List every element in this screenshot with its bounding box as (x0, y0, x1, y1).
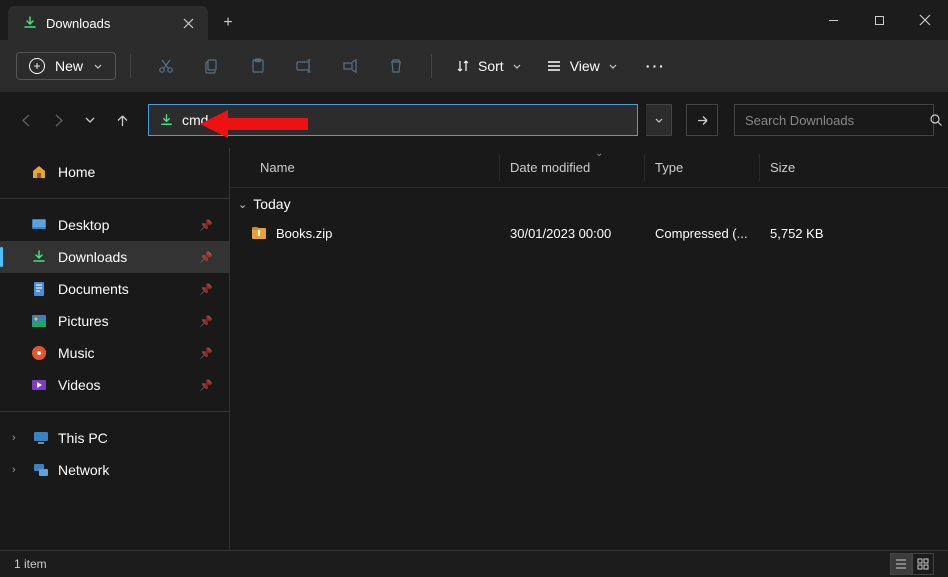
music-icon (30, 344, 48, 362)
sort-button[interactable]: Sort (446, 52, 532, 80)
statusbar: 1 item (0, 550, 948, 577)
icons-view-toggle[interactable] (912, 553, 934, 575)
sidebar-item-label: Videos (58, 377, 101, 393)
pin-icon: 📌 (199, 379, 213, 392)
search-icon (929, 113, 943, 127)
pc-icon (32, 429, 50, 447)
share-button[interactable] (329, 48, 371, 84)
details-view-toggle[interactable] (890, 553, 912, 575)
column-size[interactable]: Size (760, 154, 948, 181)
address-dropdown[interactable] (646, 104, 672, 136)
minimize-button[interactable] (810, 0, 856, 40)
cut-button[interactable] (145, 48, 187, 84)
sort-label: Sort (478, 58, 504, 74)
sidebar-item-videos[interactable]: Videos 📌 (0, 369, 229, 401)
network-icon (32, 461, 50, 479)
sidebar-item-label: Desktop (58, 217, 109, 233)
back-button[interactable] (14, 104, 38, 136)
pictures-icon (30, 312, 48, 330)
view-label: View (570, 58, 600, 74)
copy-button[interactable] (191, 48, 233, 84)
download-icon (30, 248, 48, 266)
chevron-right-icon: › (12, 464, 24, 476)
up-button[interactable] (110, 104, 134, 136)
column-date[interactable]: Date modified (500, 154, 645, 181)
view-list-icon (546, 59, 562, 73)
chevron-down-icon: ⌄ (238, 198, 247, 211)
file-name: Books.zip (276, 226, 332, 241)
search-input[interactable] (745, 113, 921, 128)
group-label: Today (253, 196, 290, 212)
paste-button[interactable] (237, 48, 279, 84)
plus-circle-icon: + (29, 58, 45, 74)
sidebar-item-label: Home (58, 164, 95, 180)
sidebar-item-desktop[interactable]: Desktop 📌 (0, 209, 229, 241)
group-header[interactable]: ⌄ Today (230, 188, 948, 218)
new-button-label: New (55, 58, 83, 74)
sidebar-item-label: Documents (58, 281, 129, 297)
maximize-button[interactable] (856, 0, 902, 40)
desktop-icon (30, 216, 48, 234)
pin-icon: 📌 (199, 347, 213, 360)
file-type: Compressed (... (645, 226, 760, 241)
sidebar-group-network[interactable]: › Network (0, 454, 229, 486)
sort-icon (456, 59, 470, 73)
window-close-button[interactable] (902, 0, 948, 40)
home-icon (30, 163, 48, 181)
chevron-right-icon: › (12, 432, 24, 444)
documents-icon (30, 280, 48, 298)
sidebar-item-home[interactable]: Home (0, 156, 229, 188)
navbar (0, 92, 948, 148)
search-bar[interactable] (734, 104, 934, 136)
recent-button[interactable] (78, 104, 102, 136)
sidebar-item-label: Music (58, 345, 95, 361)
download-icon (22, 15, 38, 31)
sidebar-item-documents[interactable]: Documents 📌 (0, 273, 229, 305)
go-button[interactable] (686, 104, 718, 136)
new-tab-button[interactable]: + (208, 6, 248, 40)
new-button[interactable]: + New (16, 52, 116, 80)
address-input[interactable] (182, 112, 627, 128)
chevron-down-icon (608, 61, 618, 71)
column-headers: ⌄ Name Date modified Type Size (230, 148, 948, 188)
tab-title: Downloads (46, 16, 172, 31)
delete-button[interactable] (375, 48, 417, 84)
sidebar-item-downloads[interactable]: Downloads 📌 (0, 241, 229, 273)
file-row[interactable]: Books.zip 30/01/2023 00:00 Compressed (.… (230, 218, 948, 248)
rename-button[interactable] (283, 48, 325, 84)
chevron-down-icon (512, 61, 522, 71)
sidebar-item-pictures[interactable]: Pictures 📌 (0, 305, 229, 337)
pin-icon: 📌 (199, 251, 213, 264)
file-date: 30/01/2023 00:00 (500, 226, 645, 241)
more-button[interactable]: ··· (632, 52, 680, 80)
sort-indicator-icon: ⌄ (595, 148, 603, 159)
pin-icon: 📌 (199, 219, 213, 232)
chevron-down-icon (93, 61, 103, 71)
view-button[interactable]: View (536, 52, 628, 80)
column-type[interactable]: Type (645, 154, 760, 181)
sidebar-item-label: Downloads (58, 249, 127, 265)
pin-icon: 📌 (199, 283, 213, 296)
window-controls (810, 0, 948, 40)
pin-icon: 📌 (199, 315, 213, 328)
download-icon (159, 113, 174, 128)
sidebar-group-this-pc[interactable]: › This PC (0, 422, 229, 454)
file-size: 5,752 KB (760, 226, 948, 241)
file-list: ⌄ Name Date modified Type Size ⌄ Today B… (230, 148, 948, 550)
sidebar-item-music[interactable]: Music 📌 (0, 337, 229, 369)
sidebar-group-label: This PC (58, 430, 108, 446)
forward-button[interactable] (46, 104, 70, 136)
sidebar: Home Desktop 📌 Downloads 📌 Documents 📌 (0, 148, 230, 550)
titlebar: Downloads + (0, 0, 948, 40)
sidebar-group-label: Network (58, 462, 109, 478)
tab-downloads[interactable]: Downloads (8, 6, 208, 40)
column-name[interactable]: Name (230, 154, 500, 181)
videos-icon (30, 376, 48, 394)
address-bar[interactable] (148, 104, 638, 136)
zip-file-icon (250, 224, 268, 242)
item-count: 1 item (14, 557, 47, 571)
sidebar-item-label: Pictures (58, 313, 109, 329)
close-icon[interactable] (180, 15, 196, 31)
toolbar: + New Sort View ··· (0, 40, 948, 92)
